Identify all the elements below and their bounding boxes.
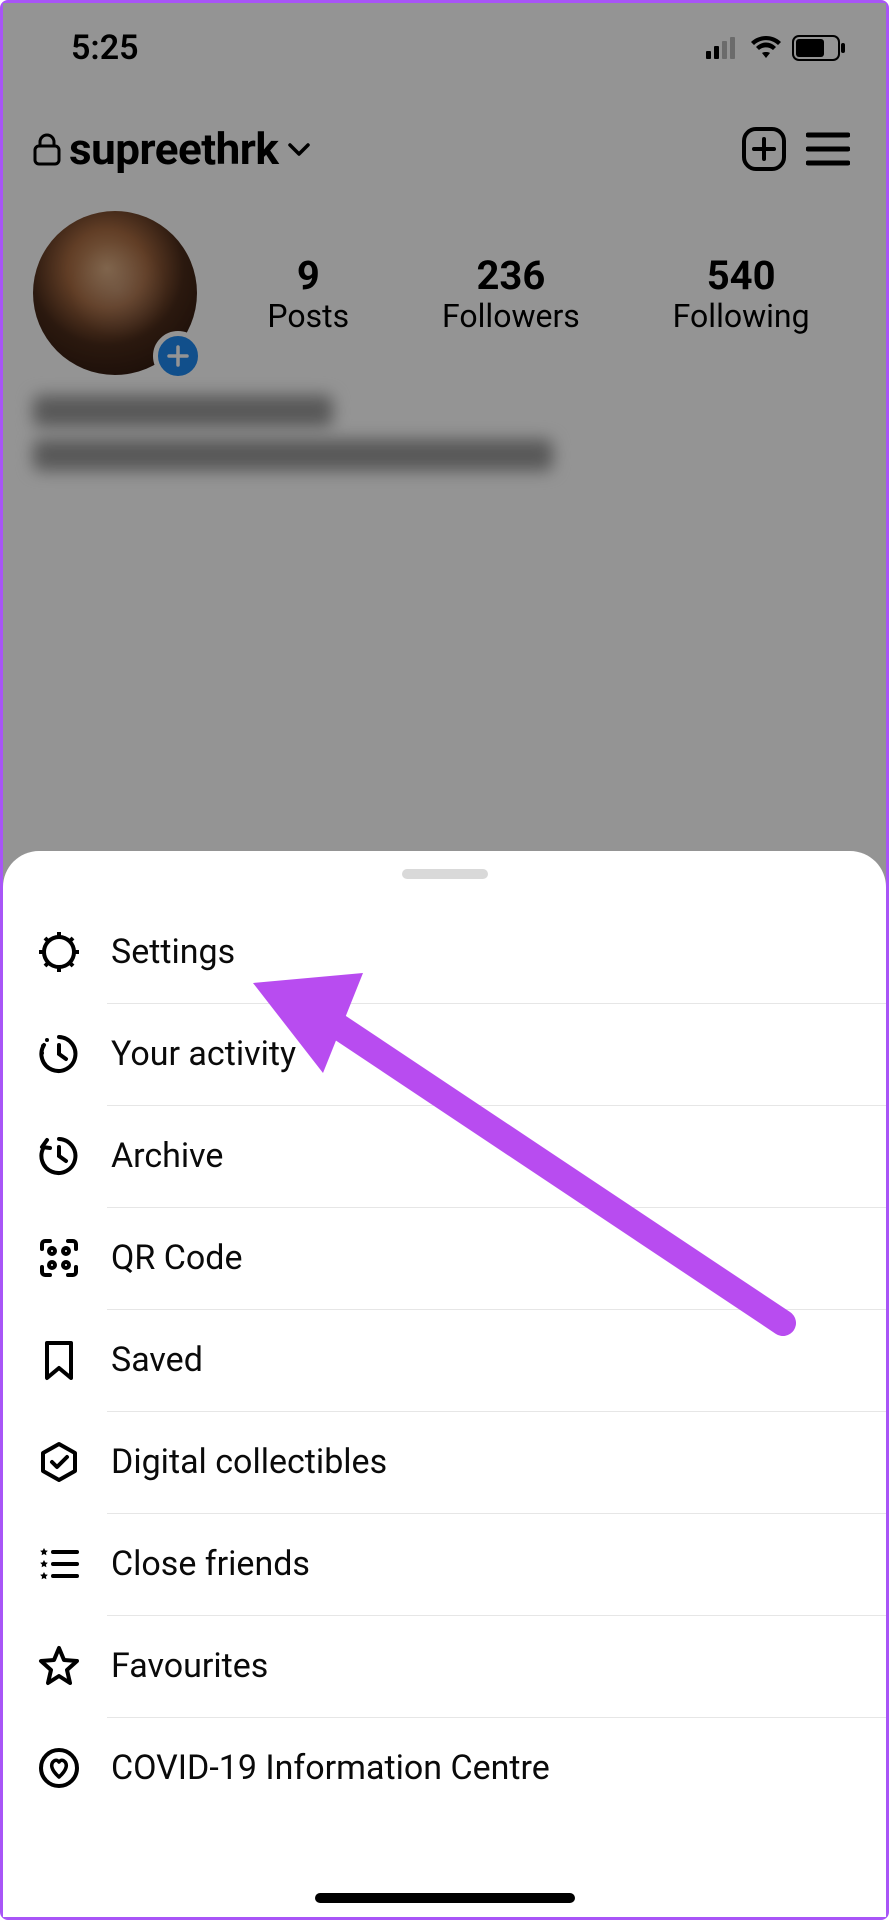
menu-label: Archive — [111, 1136, 223, 1176]
menu-label: Digital collectibles — [111, 1442, 387, 1482]
menu-item-close-friends[interactable]: Close friends — [3, 1513, 886, 1615]
menu-sheet: Settings Your activity Archive — [3, 851, 886, 1917]
menu-label: COVID-19 Information Centre — [111, 1748, 550, 1788]
gear-icon — [37, 930, 81, 974]
menu-label: Saved — [111, 1340, 203, 1380]
menu-label: QR Code — [111, 1238, 243, 1278]
menu-item-qr-code[interactable]: QR Code — [3, 1207, 886, 1309]
home-indicator[interactable] — [315, 1893, 575, 1903]
bookmark-icon — [37, 1338, 81, 1382]
qr-icon — [37, 1236, 81, 1280]
menu-item-favourites[interactable]: Favourites — [3, 1615, 886, 1717]
menu-item-saved[interactable]: Saved — [3, 1309, 886, 1411]
close-friends-icon — [37, 1542, 81, 1586]
menu-item-settings[interactable]: Settings — [3, 901, 886, 1003]
activity-icon — [37, 1032, 81, 1076]
menu-item-digital-collectibles[interactable]: Digital collectibles — [3, 1411, 886, 1513]
menu-label: Favourites — [111, 1646, 268, 1686]
menu-label: Settings — [111, 932, 235, 972]
star-icon — [37, 1644, 81, 1688]
menu-item-covid-info[interactable]: COVID-19 Information Centre — [3, 1717, 886, 1819]
sheet-grabber[interactable] — [402, 869, 488, 879]
archive-icon — [37, 1134, 81, 1178]
heart-circle-icon — [37, 1746, 81, 1790]
menu-item-your-activity[interactable]: Your activity — [3, 1003, 886, 1105]
menu-label: Your activity — [111, 1034, 296, 1074]
menu-item-archive[interactable]: Archive — [3, 1105, 886, 1207]
hex-check-icon — [37, 1440, 81, 1484]
menu-list: Settings Your activity Archive — [3, 901, 886, 1819]
menu-label: Close friends — [111, 1544, 310, 1584]
